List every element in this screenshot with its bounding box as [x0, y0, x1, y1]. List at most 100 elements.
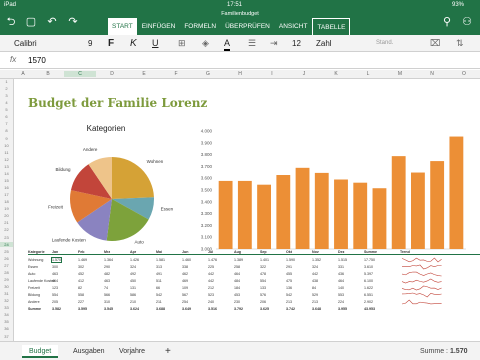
table-cell[interactable]: 452: [78, 272, 84, 276]
row-number[interactable]: 19: [0, 206, 13, 211]
col-k[interactable]: K: [320, 71, 352, 77]
table-cell[interactable]: 133: [260, 286, 266, 290]
bar[interactable]: [295, 167, 310, 249]
table-cell[interactable]: 324: [312, 265, 318, 269]
table-cell[interactable]: Sep: [260, 250, 267, 254]
table-cell[interactable]: 3.545: [104, 307, 113, 311]
table-cell[interactable]: 553: [338, 293, 344, 297]
table-cell[interactable]: 3.624: [130, 307, 139, 311]
share-icon[interactable]: ⚇: [460, 15, 474, 29]
table-cell[interactable]: 442: [208, 272, 214, 276]
row-number[interactable]: 20: [0, 213, 13, 218]
table-cell[interactable]: 258: [234, 265, 240, 269]
col-l[interactable]: L: [352, 71, 384, 77]
table-cell[interactable]: 240: [208, 300, 214, 304]
table-cell[interactable]: 324: [130, 265, 136, 269]
italic-button[interactable]: K: [130, 38, 137, 49]
row-number[interactable]: 23: [0, 235, 13, 240]
table-cell[interactable]: 338: [182, 265, 188, 269]
table-cell[interactable]: Auto: [28, 272, 35, 276]
indent-size[interactable]: 12: [292, 38, 301, 49]
wrap-icon[interactable]: ⇥: [270, 38, 278, 49]
row-number[interactable]: 3: [0, 93, 13, 98]
table-cell[interactable]: 1.364: [104, 258, 113, 262]
bar[interactable]: [257, 184, 271, 249]
row-number[interactable]: 5: [0, 107, 13, 112]
table-cell[interactable]: 1.389: [234, 258, 243, 262]
table-cell[interactable]: 1.469: [78, 258, 87, 262]
row-number[interactable]: 8: [0, 128, 13, 133]
table-cell[interactable]: Apr: [130, 250, 136, 254]
file-icon[interactable]: ▢: [24, 15, 38, 29]
row-number[interactable]: 25: [0, 249, 13, 254]
table-cell[interactable]: 464: [338, 279, 344, 283]
tab-view[interactable]: ANSICHT: [275, 18, 312, 35]
table-cell[interactable]: 43.953: [364, 307, 375, 311]
table-cell[interactable]: 310: [104, 300, 110, 304]
table-cell[interactable]: Jun: [182, 250, 188, 254]
table-cell[interactable]: 1.590: [286, 258, 295, 262]
table-cell[interactable]: 17.750: [364, 258, 375, 262]
table-cell[interactable]: 1.352: [312, 258, 321, 262]
table-cell[interactable]: 567: [182, 293, 188, 297]
bar[interactable]: [430, 161, 445, 249]
row-number[interactable]: 13: [0, 164, 13, 169]
row-number[interactable]: 17: [0, 192, 13, 197]
row-number[interactable]: 12: [0, 157, 13, 162]
row-number[interactable]: 16: [0, 185, 13, 190]
underline-button[interactable]: U: [152, 38, 159, 49]
table-cell[interactable]: 136: [286, 286, 292, 290]
table-cell[interactable]: Wohnung: [28, 258, 43, 262]
bold-button[interactable]: F: [108, 38, 114, 49]
tab-start[interactable]: START: [108, 18, 137, 35]
row-number[interactable]: 31: [0, 291, 13, 296]
table-cell[interactable]: Essen: [28, 265, 38, 269]
col-e[interactable]: E: [128, 71, 160, 77]
row-number[interactable]: 18: [0, 199, 13, 204]
row-number[interactable]: 6: [0, 114, 13, 119]
table-cell[interactable]: Dez: [338, 250, 344, 254]
table-cell[interactable]: 492: [130, 272, 136, 276]
table-cell[interactable]: 6.100: [364, 279, 373, 283]
table-cell[interactable]: 442: [208, 279, 214, 283]
table-cell[interactable]: 291: [286, 265, 292, 269]
table-cell[interactable]: 453: [234, 293, 240, 297]
table-cell[interactable]: Trend: [400, 250, 410, 254]
col-c[interactable]: C: [64, 71, 96, 77]
font-name[interactable]: Calibri: [14, 38, 37, 49]
row-number[interactable]: 32: [0, 298, 13, 303]
table-cell[interactable]: Jan: [52, 250, 58, 254]
undo-icon[interactable]: ↶: [45, 15, 59, 29]
tab-table[interactable]: TABELLE: [312, 18, 351, 35]
table-cell[interactable]: 1.426: [130, 258, 139, 262]
table-cell[interactable]: 1.460: [182, 258, 191, 262]
table-cell[interactable]: 331: [338, 265, 344, 269]
table-cell[interactable]: 66: [156, 286, 160, 290]
table-cell[interactable]: Freizeit: [28, 286, 40, 290]
table-cell[interactable]: 576: [260, 293, 266, 297]
row-number[interactable]: 21: [0, 220, 13, 225]
table-cell[interactable]: Jul: [208, 250, 213, 254]
bar[interactable]: [372, 188, 387, 249]
back-icon[interactable]: ⮌: [4, 15, 18, 29]
table-cell[interactable]: 566: [104, 293, 110, 297]
table-cell[interactable]: 491: [156, 272, 162, 276]
bar[interactable]: [218, 180, 233, 249]
table-cell[interactable]: 523: [208, 293, 214, 297]
table-cell[interactable]: Mai: [156, 250, 162, 254]
col-g[interactable]: G: [192, 71, 224, 77]
number-format[interactable]: Zahl: [316, 38, 332, 49]
table-cell[interactable]: 1.515: [338, 258, 347, 262]
row-number[interactable]: 24: [0, 241, 13, 247]
row-number[interactable]: 10: [0, 143, 13, 148]
table-cell[interactable]: Aug: [234, 250, 241, 254]
align-icon[interactable]: ☰: [248, 38, 256, 49]
table-cell[interactable]: 290: [104, 265, 110, 269]
tab-formulas[interactable]: FORMELN: [180, 18, 220, 35]
table-cell[interactable]: 455: [286, 272, 292, 276]
table-cell[interactable]: 302: [78, 265, 84, 269]
font-color-button[interactable]: A: [224, 38, 231, 51]
table-cell[interactable]: 3.582: [52, 307, 61, 311]
table-cell[interactable]: 3.955: [338, 307, 347, 311]
bar[interactable]: [353, 182, 368, 249]
